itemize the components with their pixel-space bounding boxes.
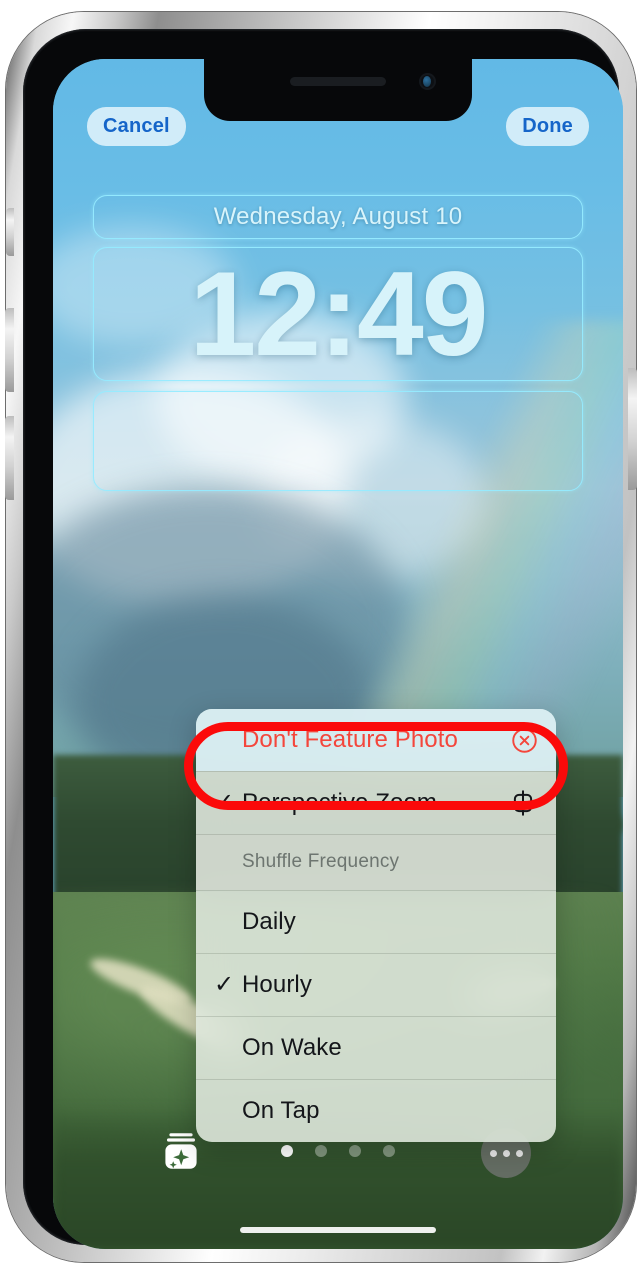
photo-options-context-menu: Don't Feature Photo ✓ Perspective Zoom S… [196,709,556,1142]
page-indicator-dots[interactable] [281,1145,395,1157]
menu-item-daily[interactable]: Daily [196,890,556,953]
menu-item-label: Don't Feature Photo [242,726,458,753]
volume-down-button[interactable] [5,416,14,500]
home-indicator[interactable] [240,1227,436,1233]
volume-up-button[interactable] [5,308,14,392]
time-text: 12:49 [189,247,489,381]
perspective-zoom-icon [508,788,538,818]
front-camera-icon [419,73,436,90]
date-widget[interactable]: Wednesday, August 10 [93,195,583,239]
cancel-button[interactable]: Cancel [87,107,186,146]
power-button[interactable] [628,368,637,490]
menu-item-hourly[interactable]: ✓ Hourly [196,953,556,1016]
time-widget[interactable]: 12:49 [93,247,583,381]
menu-item-label: Perspective Zoom [242,788,438,816]
checkmark-icon: ✓ [214,789,235,816]
page-dot[interactable] [315,1145,327,1157]
date-text: Wednesday, August 10 [213,203,463,230]
phone-screen: Cancel Done Wednesday, August 10 12:49 D… [53,59,623,1249]
close-circle-icon [511,727,538,754]
mute-switch[interactable] [6,208,14,256]
notch [204,59,472,121]
page-dot[interactable] [349,1145,361,1157]
menu-item-on-tap[interactable]: On Tap [196,1079,556,1142]
ellipsis-dot [502,1149,510,1157]
menu-item-label: On Tap [242,1096,320,1124]
menu-item-label: Hourly [242,970,312,998]
menu-item-dont-feature-photo[interactable]: Don't Feature Photo [196,709,556,771]
phone-frame: Cancel Done Wednesday, August 10 12:49 D… [5,12,637,1262]
phone-bezel: Cancel Done Wednesday, August 10 12:49 D… [23,29,623,1249]
done-button[interactable]: Done [506,107,589,146]
menu-item-on-wake[interactable]: On Wake [196,1016,556,1079]
ellipsis-dot [489,1149,497,1157]
speaker-grille-icon [290,77,386,86]
menu-item-perspective-zoom[interactable]: ✓ Perspective Zoom [196,771,556,834]
widget-slot-empty[interactable] [93,391,583,491]
menu-item-label: On Wake [242,1033,342,1061]
menu-item-label: Daily [242,907,296,935]
page-dot[interactable] [383,1145,395,1157]
ellipsis-dot [515,1149,523,1157]
checkmark-icon: ✓ [214,971,235,998]
page-dot[interactable] [281,1145,293,1157]
shuffle-frequency-label: Shuffle Frequency [242,851,400,872]
menu-section-header: Shuffle Frequency [196,834,556,890]
